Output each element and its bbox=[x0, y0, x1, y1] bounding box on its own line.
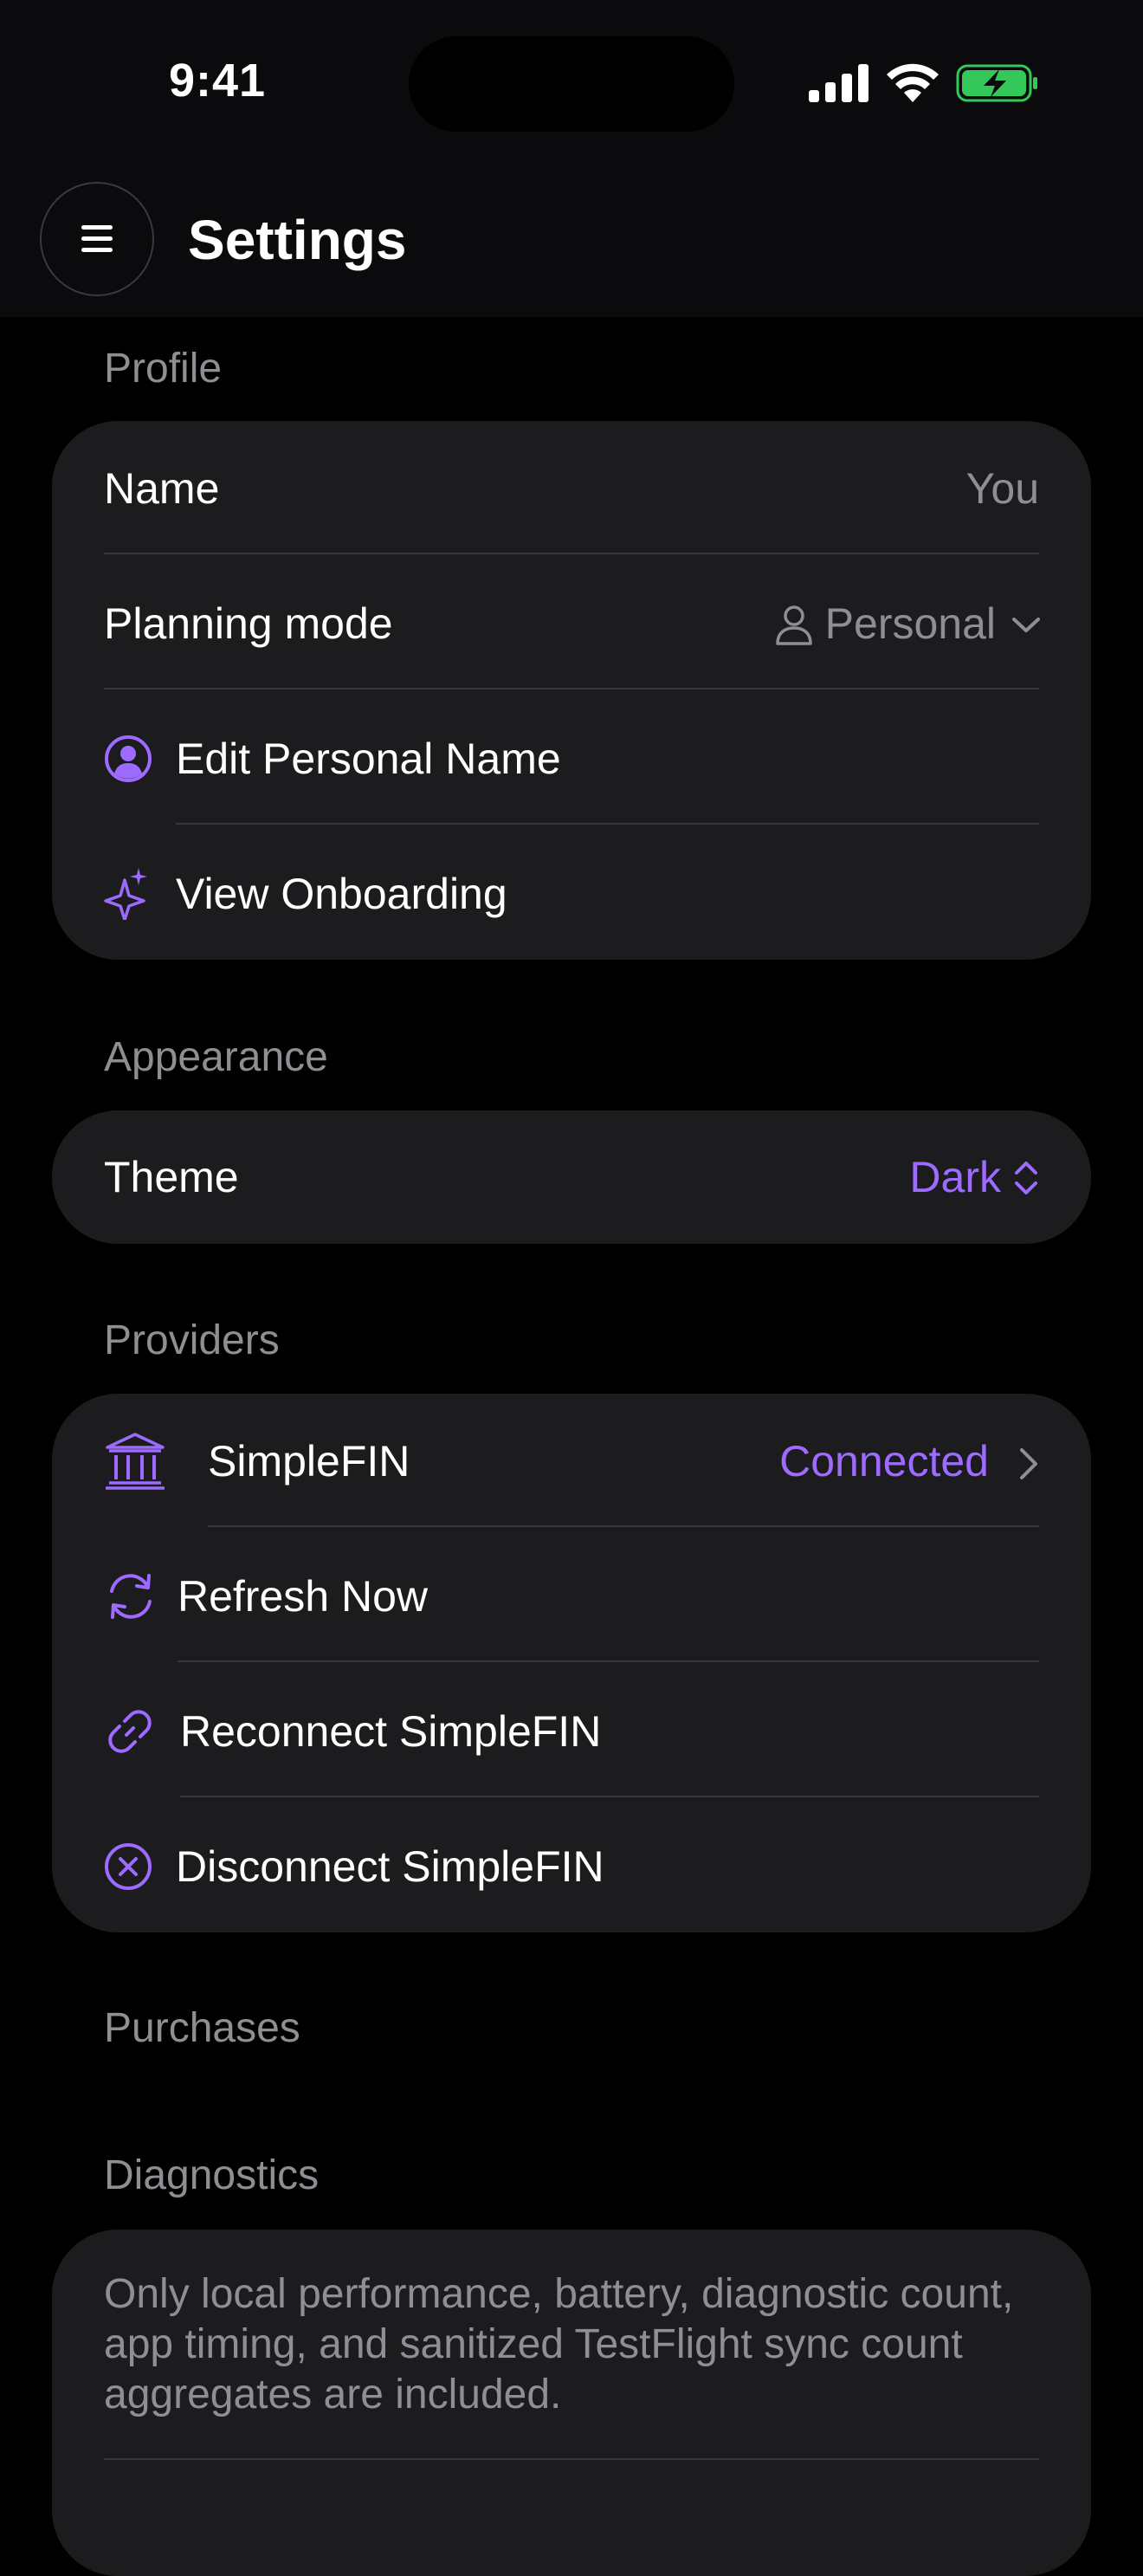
view-onboarding-label: View Onboarding bbox=[176, 870, 507, 918]
theme-row[interactable]: Theme Dark bbox=[52, 1110, 1091, 1244]
section-label-appearance: Appearance bbox=[104, 1034, 328, 1080]
disconnect-simplefin-row[interactable]: Disconnect SimpleFIN bbox=[52, 1799, 1091, 1934]
cellular-signal-icon bbox=[809, 64, 869, 102]
section-label-diagnostics: Diagnostics bbox=[104, 2152, 320, 2198]
appearance-card: Theme Dark bbox=[52, 1110, 1091, 1244]
page-title: Settings bbox=[188, 209, 407, 271]
sparkles-icon bbox=[104, 868, 147, 920]
bank-building-icon bbox=[106, 1433, 165, 1490]
dynamic-island bbox=[409, 36, 734, 132]
planning-mode-label: Planning mode bbox=[104, 599, 393, 648]
x-circle-icon bbox=[105, 1843, 152, 1890]
name-row[interactable]: Name You bbox=[52, 421, 1091, 556]
person-circle-icon bbox=[105, 735, 152, 782]
status-time: 9:41 bbox=[169, 55, 267, 107]
divider bbox=[104, 553, 1039, 554]
refresh-now-label: Refresh Now bbox=[178, 1572, 428, 1621]
reconnect-simplefin-row[interactable]: Reconnect SimpleFIN bbox=[52, 1664, 1091, 1799]
disconnect-simplefin-label: Disconnect SimpleFIN bbox=[176, 1842, 604, 1891]
name-label: Name bbox=[104, 464, 220, 513]
chevron-up-down-icon bbox=[1015, 1162, 1037, 1194]
planning-mode-picker[interactable]: Personal bbox=[775, 599, 1041, 649]
providers-card: SimpleFIN Connected Refresh Now Reconnec… bbox=[52, 1394, 1091, 1932]
battery-charging-icon bbox=[956, 64, 1037, 102]
refresh-arrows-icon bbox=[110, 1574, 152, 1619]
name-value: You bbox=[965, 464, 1039, 513]
simplefin-row[interactable]: SimpleFIN Connected bbox=[52, 1394, 1091, 1529]
planning-mode-value: Personal bbox=[824, 599, 996, 648]
view-onboarding-row[interactable]: View Onboarding bbox=[52, 826, 1091, 961]
simplefin-label: SimpleFIN bbox=[208, 1437, 410, 1485]
divider bbox=[104, 2458, 1039, 2460]
theme-value: Dark bbox=[909, 1153, 1001, 1201]
wifi-icon bbox=[887, 63, 939, 102]
chevron-right-icon bbox=[1020, 1448, 1037, 1479]
diagnostics-note: Only local performance, battery, diagnos… bbox=[104, 2271, 1014, 2417]
profile-card: Name You Planning mode Personal Edit Per… bbox=[52, 421, 1091, 960]
simplefin-status-text: Connected bbox=[779, 1437, 989, 1485]
divider bbox=[176, 823, 1039, 825]
diagnostics-card: Only local performance, battery, diagnos… bbox=[52, 2230, 1091, 2576]
section-label-purchases: Purchases bbox=[104, 2005, 300, 2051]
person-icon bbox=[775, 605, 812, 645]
chevron-down-icon bbox=[1012, 618, 1040, 632]
simplefin-status: Connected bbox=[779, 1436, 1039, 1486]
menu-button[interactable] bbox=[40, 182, 154, 296]
divider bbox=[104, 688, 1039, 689]
divider bbox=[180, 1796, 1039, 1797]
hamburger-icon bbox=[81, 225, 113, 252]
divider bbox=[178, 1660, 1039, 1662]
edit-personal-name-row[interactable]: Edit Personal Name bbox=[52, 691, 1091, 826]
planning-mode-row[interactable]: Planning mode Personal bbox=[52, 556, 1091, 691]
refresh-now-row[interactable]: Refresh Now bbox=[52, 1529, 1091, 1664]
link-icon bbox=[108, 1710, 152, 1753]
theme-picker[interactable]: Dark bbox=[909, 1152, 1039, 1202]
section-label-providers: Providers bbox=[104, 1317, 280, 1363]
section-label-profile: Profile bbox=[104, 346, 223, 392]
divider bbox=[208, 1525, 1039, 1527]
reconnect-simplefin-label: Reconnect SimpleFIN bbox=[180, 1707, 602, 1756]
theme-label: Theme bbox=[104, 1153, 239, 1201]
edit-personal-name-label: Edit Personal Name bbox=[176, 735, 561, 783]
